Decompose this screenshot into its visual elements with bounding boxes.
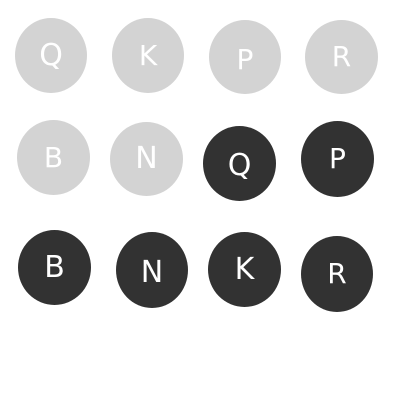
- token-light-q[interactable]: Q: [15, 18, 87, 93]
- token-dark-q[interactable]: Q: [203, 126, 276, 201]
- token-light-k[interactable]: K: [112, 18, 184, 93]
- token-light-n[interactable]: N: [110, 122, 183, 196]
- token-dark-k[interactable]: K: [208, 232, 281, 307]
- token-dark-n[interactable]: N: [116, 232, 188, 308]
- token-light-r[interactable]: R: [305, 20, 378, 94]
- token-dark-p[interactable]: P: [301, 121, 374, 197]
- token-light-p[interactable]: P: [209, 20, 281, 94]
- token-dark-r[interactable]: R: [301, 236, 373, 312]
- token-dark-b[interactable]: B: [18, 230, 91, 305]
- token-light-b[interactable]: B: [17, 120, 90, 195]
- game-board: Q K P R B N Q P B N K R: [0, 0, 400, 400]
